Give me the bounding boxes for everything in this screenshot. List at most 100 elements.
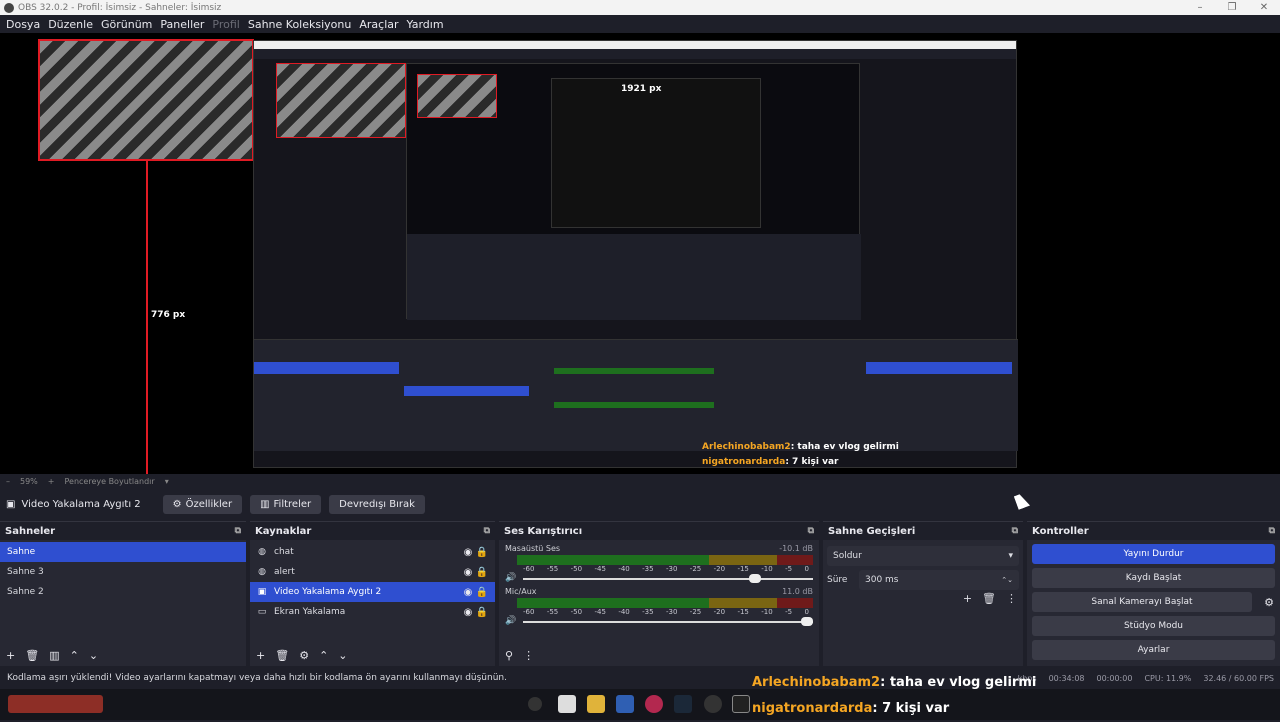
lock-icon[interactable]: 🔒 — [475, 567, 489, 578]
menu-item-1[interactable]: Düzenle — [48, 18, 93, 31]
source-item[interactable]: ▭ Ekran Yakalama ◉ 🔒 — [250, 602, 495, 622]
lock-icon[interactable]: 🔒 — [475, 547, 489, 558]
lock-icon[interactable]: 🔒 — [475, 587, 489, 598]
zoom-percent[interactable]: 59% — [20, 477, 38, 486]
meter-scale: -60 -55 -50 -45 -40 -35 -30 -25 -20 -15 -10 -5 0 — [523, 608, 813, 616]
trash-icon[interactable]: 🗑 — [275, 649, 289, 662]
lock-icon[interactable]: 🔒 — [475, 607, 489, 618]
menu-bar: Dosya Düzenle Görünüm Paneller Profil Sahne K… — [0, 15, 1280, 33]
source-item[interactable]: ◍ alert ◉ 🔒 — [250, 562, 495, 582]
menu-item-0[interactable]: Dosya — [6, 18, 40, 31]
fader-knob[interactable] — [748, 574, 761, 583]
transition-select[interactable]: Soldur ▾ — [827, 546, 1019, 566]
source-toolbar: ▣ Video Yakalama Aygıtı 2 ⚙ Özellikler ▥ F… — [0, 490, 1280, 518]
menu-dots-icon[interactable]: ⋮ — [1006, 592, 1017, 605]
opera-icon[interactable] — [645, 695, 663, 713]
scene-item[interactable]: Sahne 3 — [0, 562, 246, 582]
deactivate-button[interactable]: Devredışı Bırak — [329, 494, 425, 514]
scenes-footer: + 🗑 ▥ ⌃ ⌄ — [6, 649, 98, 662]
move-down-icon[interactable]: ⌄ — [338, 649, 347, 662]
add-icon[interactable]: + — [963, 592, 972, 605]
menu-item-5[interactable]: Sahne Koleksiyonu — [248, 18, 352, 31]
gear-icon[interactable]: ⚙ — [299, 649, 309, 662]
zoom-bar: – 59% + Pencereye Boyutlandır ▾ — [0, 474, 1280, 488]
link-icon[interactable]: ⚲ — [505, 649, 513, 662]
fader-knob[interactable] — [801, 617, 813, 626]
meter-tick: -60 — [523, 565, 535, 573]
close-icon[interactable]: ✕ — [1248, 2, 1280, 13]
selected-source-bounds[interactable] — [38, 39, 254, 161]
app-icon[interactable] — [8, 695, 103, 713]
scene-item[interactable]: Sahne — [0, 542, 246, 562]
visibility-eye-icon[interactable]: ◉ — [461, 567, 475, 578]
meter-tick: -15 — [737, 608, 749, 616]
zoom-mode[interactable]: Pencereye Boyutlandır — [64, 477, 154, 486]
move-up-icon[interactable]: ⌃ — [319, 649, 328, 662]
volume-fader[interactable] — [523, 574, 813, 583]
visibility-eye-icon[interactable]: ◉ — [461, 587, 475, 598]
trash-icon[interactable]: 🗑 — [982, 592, 996, 605]
transitions-title: Sahne Geçişleri — [828, 525, 916, 537]
globe-icon: ◍ — [258, 567, 266, 577]
menu-item-4[interactable]: Profil — [212, 18, 239, 31]
undock-icon[interactable]: ⧉ — [808, 526, 814, 536]
menu-item-2[interactable]: Görünüm — [101, 18, 152, 31]
add-icon[interactable]: + — [6, 649, 15, 662]
source-name: chat — [274, 547, 294, 557]
control-button[interactable]: Stüdyo Modu — [1032, 616, 1275, 636]
meter-tick: -30 — [665, 565, 678, 573]
meter-tick: -25 — [689, 608, 702, 616]
virtual-camera-settings-icon[interactable]: ⚙ — [1264, 596, 1274, 609]
visibility-eye-icon[interactable]: ◉ — [461, 607, 475, 618]
filter-icon[interactable]: ▥ — [49, 649, 59, 662]
folder-icon[interactable] — [587, 695, 605, 713]
control-button[interactable]: Sanal Kamerayı Başlat ⚙ — [1032, 592, 1274, 612]
minimize-icon[interactable]: – — [1184, 2, 1216, 13]
menu-item-6[interactable]: Araçlar — [359, 18, 398, 31]
menu-item-7[interactable]: Yardım — [407, 18, 444, 31]
mixer-channel: Masaüstü Ses -10.1 dB -60 -55 -50 -45 -40 -35 -3… — [499, 544, 819, 583]
zoom-out-icon[interactable]: – — [6, 477, 10, 486]
undock-icon[interactable]: ⧉ — [484, 526, 490, 536]
steam-icon[interactable] — [674, 695, 692, 713]
meter-tick: -45 — [594, 565, 606, 573]
menu-item-3[interactable]: Paneller — [160, 18, 204, 31]
scene-item[interactable]: Sahne 2 — [0, 582, 246, 602]
source-name: Video Yakalama Aygıtı 2 — [274, 587, 382, 597]
speaker-icon[interactable]: 🔊 — [505, 616, 517, 626]
undock-icon[interactable]: ⧉ — [1269, 526, 1275, 536]
volume-fader[interactable] — [523, 617, 813, 626]
zoom-in-icon[interactable]: + — [48, 477, 55, 486]
meter-tick: -40 — [618, 608, 630, 616]
move-up-icon[interactable]: ⌃ — [70, 649, 79, 662]
obs-icon[interactable] — [704, 695, 722, 713]
duration-spinbox[interactable]: 300 ms ⌃⌄ — [859, 570, 1019, 590]
properties-button[interactable]: ⚙ Özellikler — [162, 494, 243, 514]
status-message: Kodlama aşırı yüklendi! Video ayarlarını… — [7, 673, 507, 683]
trash-icon[interactable]: 🗑 — [25, 649, 39, 662]
preview-canvas[interactable]: 776 px 1921 px Arlechinobabam2: taha ev … — [0, 33, 1280, 474]
control-button[interactable]: Yayını Durdur — [1032, 544, 1275, 564]
mixer-footer: ⚲ ⋮ — [505, 649, 534, 662]
audio-mixer-dock: Ses Karıştırıcı ⧉ Masaüstü Ses -10.1 dB -60… — [499, 521, 819, 666]
maximize-icon[interactable]: ❐ — [1216, 2, 1248, 13]
file-icon[interactable] — [558, 695, 576, 713]
source-item[interactable]: ▣ Video Yakalama Aygıtı 2 ◉ 🔒 — [250, 582, 495, 602]
undock-icon[interactable]: ⧉ — [235, 526, 241, 536]
speaker-icon[interactable]: 🔊 — [505, 573, 517, 583]
search-icon[interactable] — [528, 697, 542, 711]
source-item[interactable]: ◍ chat ◉ 🔒 — [250, 542, 495, 562]
chevron-down-icon[interactable]: ▾ — [165, 477, 169, 486]
store-icon[interactable] — [616, 695, 634, 713]
visibility-eye-icon[interactable]: ◉ — [461, 547, 475, 558]
control-button[interactable]: Kaydı Başlat — [1032, 568, 1275, 588]
move-down-icon[interactable]: ⌄ — [89, 649, 98, 662]
meter-tick: -20 — [713, 608, 726, 616]
meter-tick: -50 — [570, 565, 583, 573]
filters-button[interactable]: ▥ Filtreler — [250, 494, 322, 514]
terminal-icon[interactable] — [732, 695, 750, 713]
control-button[interactable]: Ayarlar — [1032, 640, 1275, 660]
menu-dots-icon[interactable]: ⋮ — [523, 649, 534, 662]
add-icon[interactable]: + — [256, 649, 265, 662]
undock-icon[interactable]: ⧉ — [1012, 526, 1018, 536]
